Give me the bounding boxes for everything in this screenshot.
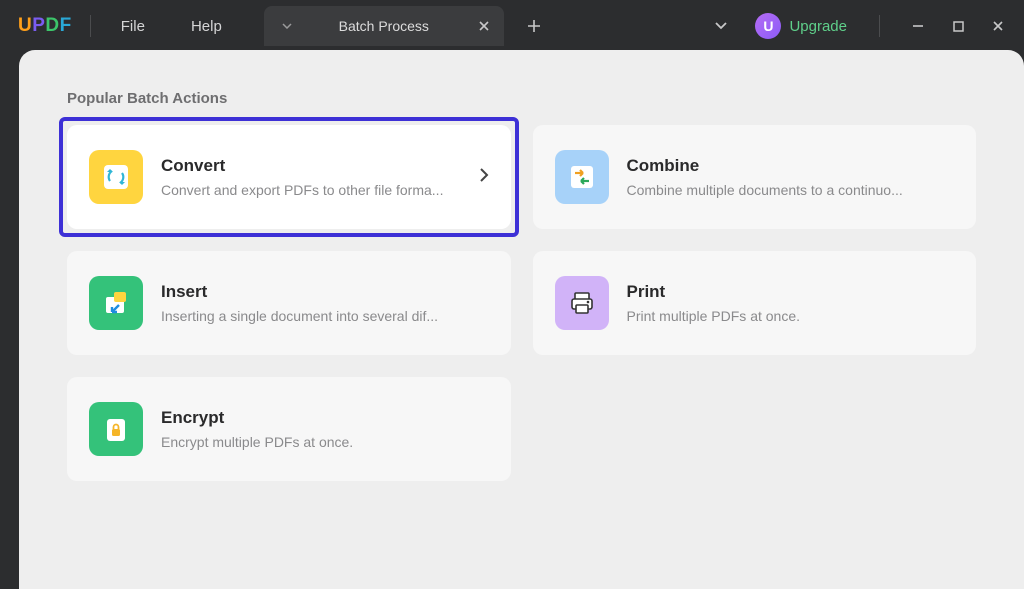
card-wrap-encrypt: Encrypt Encrypt multiple PDFs at once. xyxy=(67,377,511,481)
encrypt-icon xyxy=(89,402,143,456)
card-combine[interactable]: Combine Combine multiple documents to a … xyxy=(533,125,977,229)
separator xyxy=(879,15,880,37)
card-insert[interactable]: Insert Inserting a single document into … xyxy=(67,251,511,355)
card-wrap-convert: Convert Convert and export PDFs to other… xyxy=(67,125,511,229)
logo-letter-p: P xyxy=(32,15,45,37)
card-desc: Convert and export PDFs to other file fo… xyxy=(161,182,461,198)
new-tab-button[interactable] xyxy=(514,6,554,46)
chevron-right-icon xyxy=(479,167,489,188)
card-print[interactable]: Print Print multiple PDFs at once. xyxy=(533,251,977,355)
tab-label: Batch Process xyxy=(298,18,470,34)
titlebar: U P D F File Help Batch Process U Upgrad… xyxy=(0,0,1024,52)
menubar: File Help xyxy=(109,18,234,35)
window-close-button[interactable] xyxy=(978,6,1018,46)
card-desc: Inserting a single document into several… xyxy=(161,308,489,324)
card-wrap-combine: Combine Combine multiple documents to a … xyxy=(533,125,977,229)
window-minimize-button[interactable] xyxy=(898,6,938,46)
section-title: Popular Batch Actions xyxy=(67,90,976,107)
card-title: Print xyxy=(627,282,955,302)
card-desc: Combine multiple documents to a continuo… xyxy=(627,182,955,198)
card-wrap-print: Print Print multiple PDFs at once. xyxy=(533,251,977,355)
tab-dropdown-icon[interactable] xyxy=(276,15,298,37)
upgrade-label: Upgrade xyxy=(789,18,847,35)
card-desc: Encrypt multiple PDFs at once. xyxy=(161,434,489,450)
card-title: Convert xyxy=(161,156,461,176)
menu-file[interactable]: File xyxy=(109,18,157,35)
card-encrypt[interactable]: Encrypt Encrypt multiple PDFs at once. xyxy=(67,377,511,481)
logo-letter-d: D xyxy=(45,15,59,37)
card-title: Insert xyxy=(161,282,489,302)
batch-actions-grid: Convert Convert and export PDFs to other… xyxy=(67,125,976,481)
tab-close-icon[interactable] xyxy=(470,12,498,40)
menu-help[interactable]: Help xyxy=(179,18,234,35)
logo-letter-f: F xyxy=(60,15,72,37)
convert-icon xyxy=(89,150,143,204)
insert-icon xyxy=(89,276,143,330)
window-maximize-button[interactable] xyxy=(938,6,978,46)
separator xyxy=(90,15,91,37)
logo-letter-u: U xyxy=(18,15,32,37)
card-wrap-insert: Insert Inserting a single document into … xyxy=(67,251,511,355)
print-icon xyxy=(555,276,609,330)
upgrade-button[interactable]: U Upgrade xyxy=(755,13,847,39)
combine-icon xyxy=(555,150,609,204)
card-convert[interactable]: Convert Convert and export PDFs to other… xyxy=(67,125,511,229)
card-title: Encrypt xyxy=(161,408,489,428)
titlebar-dropdown-icon[interactable] xyxy=(701,6,741,46)
card-desc: Print multiple PDFs at once. xyxy=(627,308,955,324)
main-panel: Popular Batch Actions Convert Convert xyxy=(19,50,1024,589)
app-logo: U P D F xyxy=(18,15,72,37)
upgrade-badge: U xyxy=(755,13,781,39)
tab-batch-process[interactable]: Batch Process xyxy=(264,6,504,46)
card-title: Combine xyxy=(627,156,955,176)
